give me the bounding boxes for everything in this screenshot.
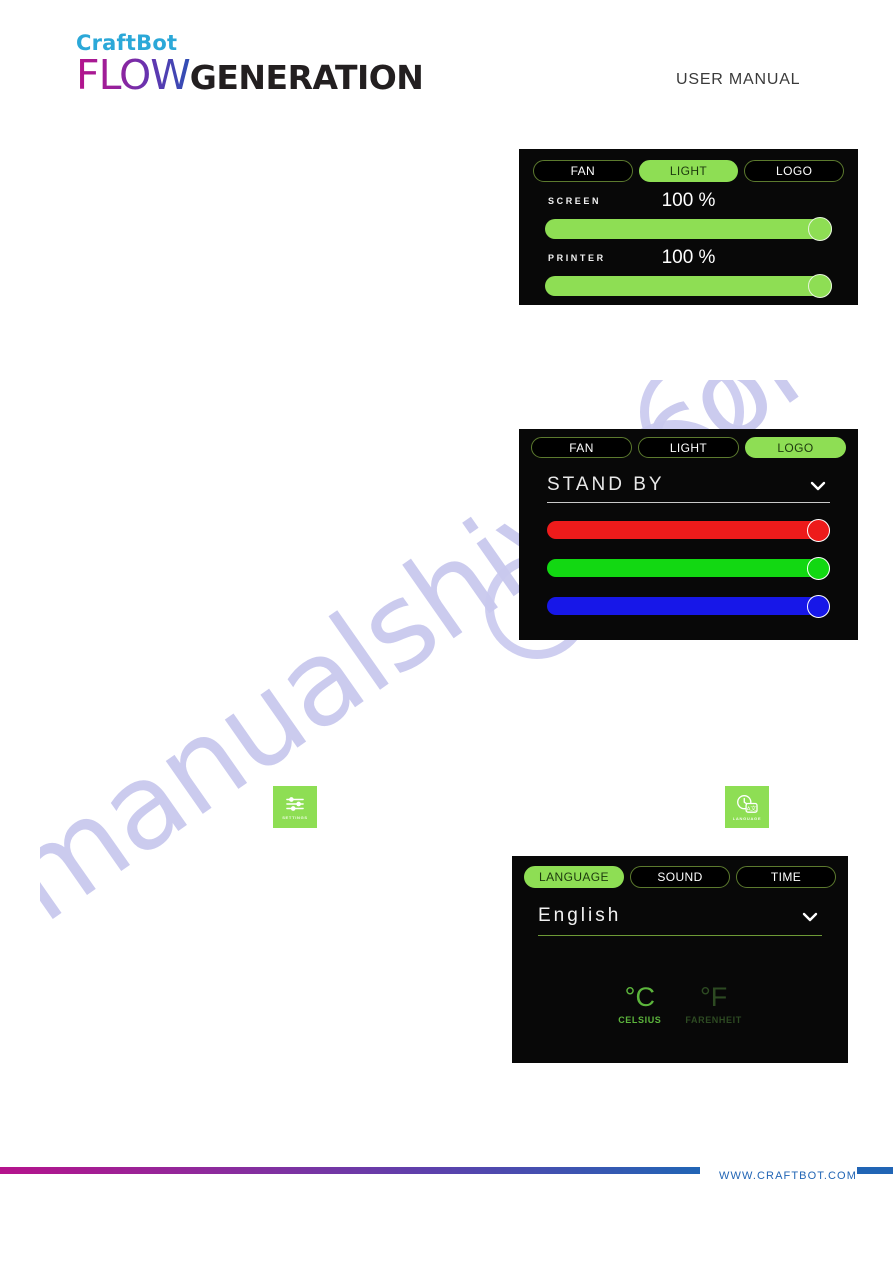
logo-mode-value: STAND BY — [547, 474, 665, 495]
tab-logo[interactable]: LOGO — [745, 437, 846, 458]
printer-slider-handle[interactable] — [808, 274, 832, 298]
logo-green-slider-fill — [547, 559, 830, 577]
unit-option-fahrenheit[interactable]: °F FARENHEIT — [685, 982, 742, 1026]
screen-slider-handle[interactable] — [808, 217, 832, 241]
logo-blue-slider-fill — [547, 597, 830, 615]
fahrenheit-caption: FARENHEIT — [685, 1015, 742, 1025]
footer-accent-rule — [857, 1167, 893, 1174]
logo-panel-tabs: FAN LIGHT LOGO — [531, 437, 846, 458]
footer-gradient-rule — [0, 1167, 700, 1174]
logo-wordmark: FLOWGENERATION — [76, 55, 424, 97]
tab-time[interactable]: TIME — [736, 866, 836, 888]
tab-logo[interactable]: LOGO — [744, 160, 845, 182]
screen-brightness-value: 100 % — [661, 190, 716, 211]
language-dropdown[interactable]: English — [538, 905, 822, 936]
unit-option-celsius[interactable]: °C CELSIUS — [618, 982, 662, 1026]
printer-brightness-row: PRINTER 100 % — [533, 247, 844, 273]
translate-clock-icon: A文 — [737, 794, 758, 813]
logo-generation-text: GENERATION — [189, 58, 424, 97]
logo-green-slider[interactable] — [547, 557, 830, 580]
temperature-unit-selector: °C CELSIUS °F FARENHEIT — [524, 982, 836, 1026]
logo-mode-dropdown[interactable]: STAND BY — [547, 474, 830, 503]
printer-brightness-slider[interactable] — [545, 274, 832, 298]
language-dropdown-value: English — [538, 905, 622, 926]
logo-red-slider-handle[interactable] — [807, 519, 830, 542]
language-app-icon[interactable]: A文 LANGUAGE — [725, 786, 769, 828]
settings-app-icon[interactable]: SETTINGS — [273, 786, 317, 828]
logo-led-panel: FAN LIGHT LOGO STAND BY — [519, 429, 858, 640]
printer-slider-fill — [545, 276, 832, 296]
screen-brightness-slider[interactable] — [545, 217, 832, 241]
language-settings-panel: LANGUAGE SOUND TIME English °C CELSIUS °… — [512, 856, 848, 1063]
tab-fan[interactable]: FAN — [531, 437, 632, 458]
tab-fan[interactable]: FAN — [533, 160, 633, 182]
document-type-label: USER MANUAL — [676, 71, 801, 88]
settings-app-icon-caption: SETTINGS — [282, 814, 308, 820]
fahrenheit-glyph: °F — [699, 982, 728, 1012]
logo-flow-text: FLOW — [76, 51, 191, 99]
screen-brightness-row: SCREEN 100 % — [533, 190, 844, 216]
tab-language[interactable]: LANGUAGE — [524, 866, 624, 888]
tab-light[interactable]: LIGHT — [638, 437, 739, 458]
language-app-icon-caption: LANGUAGE — [732, 815, 762, 821]
language-panel-tabs: LANGUAGE SOUND TIME — [524, 866, 836, 888]
logo-blue-slider[interactable] — [547, 595, 830, 618]
brand-logo: CraftBot FLOWGENERATION — [76, 33, 424, 97]
chevron-down-icon[interactable] — [808, 476, 828, 496]
light-settings-panel: FAN LIGHT LOGO SCREEN 100 % PRINTER 100 … — [519, 149, 858, 305]
chevron-down-icon[interactable] — [800, 907, 820, 927]
logo-blue-slider-handle[interactable] — [807, 595, 830, 618]
logo-green-slider-handle[interactable] — [807, 557, 830, 580]
footer-website-url: WWW.CRAFTBOT.COM — [719, 1170, 857, 1182]
tab-sound[interactable]: SOUND — [630, 866, 730, 888]
logo-red-slider-fill — [547, 521, 830, 539]
svg-text:A文: A文 — [747, 804, 757, 812]
logo-red-slider[interactable] — [547, 519, 830, 542]
celsius-glyph: °C — [624, 982, 655, 1012]
light-panel-tabs: FAN LIGHT LOGO — [533, 160, 845, 182]
sliders-icon — [286, 796, 304, 811]
screen-slider-fill — [545, 219, 832, 239]
printer-brightness-value: 100 % — [661, 247, 716, 268]
tab-light[interactable]: LIGHT — [638, 160, 739, 182]
celsius-caption: CELSIUS — [618, 1015, 662, 1025]
